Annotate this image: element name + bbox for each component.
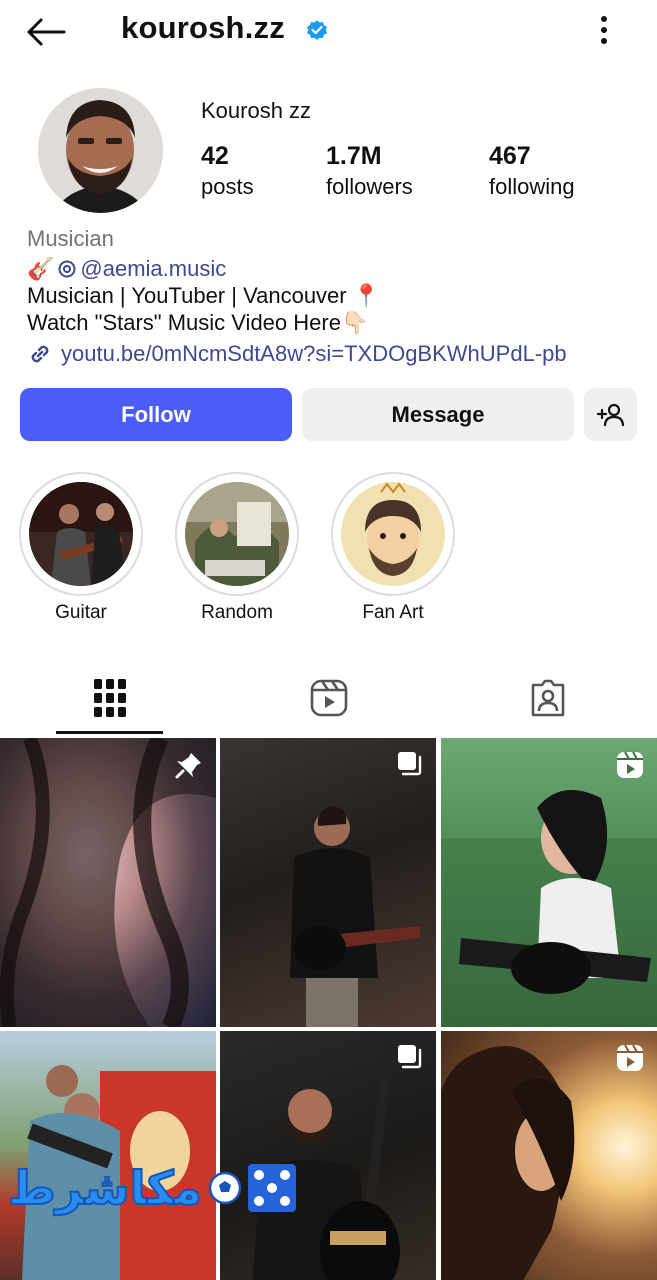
threads-handle: @aemia.music [80, 256, 227, 281]
following-label: following [489, 174, 575, 199]
arrow-left-icon [27, 18, 66, 46]
more-vertical-icon [601, 16, 607, 44]
post-tile[interactable] [441, 1031, 657, 1280]
highlight-label: Guitar [55, 602, 107, 623]
watermark-logo: مكاشرط [7, 1150, 297, 1225]
post-tile[interactable] [220, 738, 436, 1027]
highlight-cover [341, 482, 445, 586]
profile-category: Musician [27, 226, 114, 251]
tab-tagged[interactable] [438, 660, 657, 736]
tab-posts-grid[interactable] [0, 660, 219, 736]
active-tab-indicator [56, 731, 163, 734]
followers-label: followers [326, 174, 413, 199]
followers-value: 1.7M [326, 142, 382, 170]
carousel-icon [398, 752, 422, 776]
profile-avatar[interactable] [38, 88, 163, 213]
tab-reels[interactable] [219, 660, 438, 736]
highlight-fan-art[interactable]: Fan Art [331, 472, 455, 624]
link-text: youtu.be/0mNcmSdtA8w?si=TXDOgBKWhUPdL-pb [61, 341, 567, 366]
reel-icon [617, 1044, 643, 1071]
profile-username: kourosh.zz [121, 10, 285, 45]
highlight-ring [331, 472, 455, 596]
posts-count[interactable]: 42 posts [201, 142, 254, 204]
add-user-icon [596, 403, 624, 426]
display-name: Kourosh zz [201, 98, 312, 123]
guitar-emoji-icon: 🎸 [27, 256, 55, 281]
highlight-cover [29, 482, 133, 586]
highlight-random[interactable]: Random [175, 472, 299, 624]
threads-icon [58, 260, 76, 278]
post-image [0, 738, 216, 1027]
message-button[interactable]: Message [302, 388, 574, 441]
followers-count[interactable]: 1.7M followers [326, 142, 413, 204]
highlight-ring [175, 472, 299, 596]
bio-line-2: Watch "Stars" Music Video Here👇🏻 [27, 310, 369, 335]
reel-icon [617, 751, 643, 778]
avatar-image [38, 88, 163, 213]
verified-badge-icon [307, 20, 327, 40]
bio-line-1: Musician | YouTuber | Vancouver 📍 [27, 283, 381, 308]
following-value: 467 [489, 142, 531, 170]
post-image [290, 806, 420, 1027]
back-button[interactable] [24, 12, 68, 52]
highlight-guitar[interactable]: Guitar [19, 472, 143, 624]
watermark-text: مكاشرط [7, 1160, 203, 1216]
follow-button[interactable]: Follow [20, 388, 292, 441]
tagged-icon [531, 679, 564, 717]
dice-icon [248, 1163, 297, 1212]
posts-value: 42 [201, 142, 229, 170]
suggested-users-button[interactable] [584, 388, 637, 441]
bio-external-link[interactable]: youtu.be/0mNcmSdtA8w?si=TXDOgBKWhUPdL-pb [27, 341, 567, 367]
grid-icon [93, 679, 126, 717]
reels-icon [310, 679, 347, 717]
highlight-cover [185, 482, 289, 586]
more-options-button[interactable] [588, 12, 620, 48]
soccer-ball-icon [208, 1171, 242, 1204]
top-bar: kourosh.zz [0, 0, 657, 62]
highlight-ring [19, 472, 143, 596]
link-icon [31, 345, 49, 363]
pin-icon [175, 753, 201, 779]
post-image [441, 790, 657, 1027]
threads-link[interactable]: 🎸 @aemia.music [27, 256, 226, 282]
carousel-icon [398, 1045, 422, 1069]
following-count[interactable]: 467 following [489, 142, 575, 204]
posts-label: posts [201, 174, 254, 199]
highlight-label: Random [201, 602, 273, 623]
highlight-label: Fan Art [362, 602, 424, 623]
post-tile[interactable] [441, 738, 657, 1027]
post-tile[interactable] [0, 738, 216, 1027]
